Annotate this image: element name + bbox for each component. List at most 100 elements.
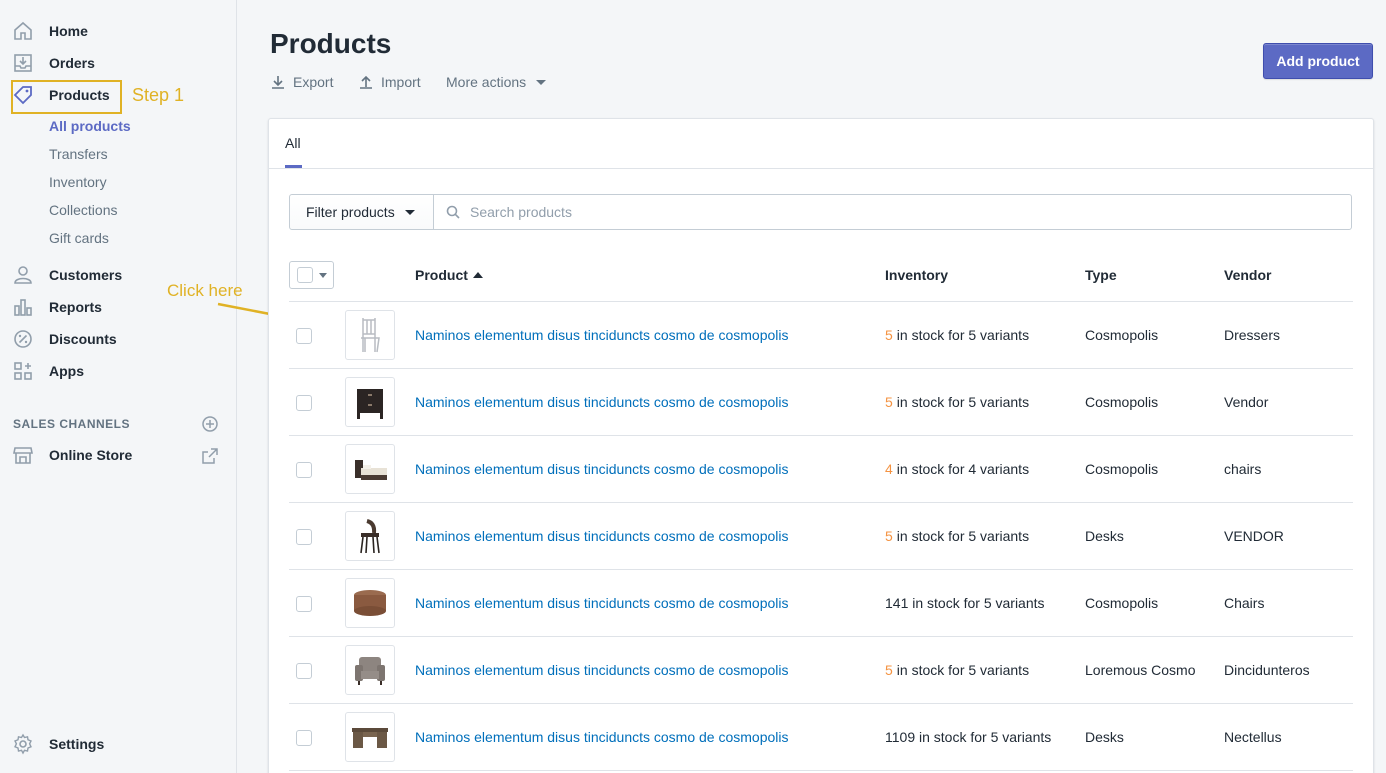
filter-products-button[interactable]: Filter products bbox=[289, 194, 434, 230]
nav-apps[interactable]: Apps bbox=[0, 356, 236, 386]
gear-icon bbox=[12, 733, 34, 755]
page-title: Products bbox=[270, 28, 392, 59]
inventory-text: in stock for 5 variants bbox=[896, 528, 1030, 544]
product-thumbnail[interactable] bbox=[345, 377, 395, 427]
nav-orders[interactable]: Orders bbox=[0, 48, 236, 78]
export-button[interactable]: Export bbox=[270, 72, 333, 92]
more-actions-button[interactable]: More actions bbox=[446, 72, 547, 92]
customer-icon bbox=[12, 264, 34, 286]
store-icon bbox=[12, 444, 34, 466]
table-row: Naminos elementum disus tinciduncts cosm… bbox=[289, 302, 1353, 369]
inventory-cell: 141 in stock for 5 variants bbox=[885, 595, 1045, 611]
vendor-cell: VENDOR bbox=[1224, 528, 1284, 544]
sidebar-item-collections[interactable]: Collections bbox=[49, 202, 117, 218]
tab-all[interactable]: All bbox=[285, 135, 301, 151]
type-cell: Desks bbox=[1085, 528, 1124, 544]
sidebar-item-inventory[interactable]: Inventory bbox=[49, 174, 107, 190]
inventory-count: 4 bbox=[885, 461, 893, 477]
sidebar-item-gift-cards[interactable]: Gift cards bbox=[49, 230, 109, 246]
step-annotation: Step 1 bbox=[132, 85, 185, 105]
select-all-checkbox[interactable] bbox=[289, 261, 334, 289]
products-card: All Filter products Product Inventory Ty… bbox=[268, 118, 1374, 773]
nav-settings[interactable]: Settings bbox=[0, 729, 236, 759]
vendor-cell: Vendor bbox=[1224, 394, 1269, 410]
product-thumbnail[interactable] bbox=[345, 578, 395, 628]
product-thumbnail[interactable] bbox=[345, 645, 395, 695]
vendor-cell: Dincidunteros bbox=[1224, 662, 1310, 678]
import-label: Import bbox=[381, 74, 421, 90]
search-box bbox=[433, 194, 1352, 230]
sidebar-item-transfers[interactable]: Transfers bbox=[49, 146, 108, 162]
inventory-cell: 1109 in stock for 5 variants bbox=[885, 729, 1051, 745]
product-name-link[interactable]: Naminos elementum disus tinciduncts cosm… bbox=[415, 327, 789, 343]
nav-settings-label: Settings bbox=[49, 736, 105, 752]
row-checkbox[interactable] bbox=[296, 663, 312, 679]
nav-online-store-label: Online Store bbox=[49, 447, 133, 463]
product-thumbnail[interactable] bbox=[345, 712, 395, 762]
column-header-product[interactable]: Product bbox=[415, 267, 483, 283]
column-header-inventory-label: Inventory bbox=[885, 267, 949, 283]
import-icon bbox=[360, 75, 372, 89]
vendor-cell: Dressers bbox=[1224, 327, 1281, 343]
product-name-link[interactable]: Naminos elementum disus tinciduncts cosm… bbox=[415, 461, 789, 477]
search-input[interactable] bbox=[470, 204, 1320, 220]
row-checkbox[interactable] bbox=[296, 395, 312, 411]
nav-orders-label: Orders bbox=[49, 55, 95, 71]
nav-reports-label: Reports bbox=[49, 299, 102, 315]
product-thumbnail[interactable] bbox=[345, 310, 395, 360]
home-icon bbox=[12, 20, 34, 42]
nav-discounts-label: Discounts bbox=[49, 331, 117, 347]
chevron-down-icon bbox=[536, 79, 547, 85]
inventory-text: in stock for 5 variants bbox=[896, 662, 1030, 678]
external-link-icon[interactable] bbox=[201, 447, 219, 465]
filter-products-label: Filter products bbox=[306, 204, 395, 220]
vendor-cell: Chairs bbox=[1224, 595, 1265, 611]
row-checkbox[interactable] bbox=[296, 328, 312, 344]
export-label: Export bbox=[293, 74, 334, 90]
nav-discounts[interactable]: Discounts bbox=[0, 324, 236, 354]
row-checkbox[interactable] bbox=[296, 529, 312, 545]
inventory-count: 5 bbox=[885, 528, 893, 544]
orders-icon bbox=[12, 52, 34, 74]
table-row: Naminos elementum disus tinciduncts cosm… bbox=[289, 637, 1353, 704]
product-name-link[interactable]: Naminos elementum disus tinciduncts cosm… bbox=[415, 528, 789, 544]
nav-home[interactable]: Home bbox=[0, 16, 236, 46]
search-icon bbox=[446, 205, 460, 219]
type-cell: Loremous Cosmo bbox=[1085, 662, 1196, 678]
nav-customers-label: Customers bbox=[49, 267, 123, 283]
type-cell: Desks bbox=[1085, 729, 1124, 745]
add-product-button[interactable]: Add product bbox=[1263, 43, 1373, 79]
row-checkbox[interactable] bbox=[296, 462, 312, 478]
chevron-down-icon bbox=[319, 272, 327, 278]
sort-ascending-icon bbox=[472, 272, 483, 278]
table-row: Naminos elementum disus tinciduncts cosm… bbox=[289, 704, 1353, 771]
product-name-link[interactable]: Naminos elementum disus tinciduncts cosm… bbox=[415, 394, 789, 410]
type-cell: Cosmopolis bbox=[1085, 327, 1159, 343]
row-checkbox[interactable] bbox=[296, 730, 312, 746]
product-thumbnail[interactable] bbox=[345, 444, 395, 494]
inventory-cell: 5 in stock for 5 variants bbox=[885, 662, 1029, 678]
inventory-cell: 5 in stock for 5 variants bbox=[885, 528, 1029, 544]
nav-apps-label: Apps bbox=[49, 363, 84, 379]
select-all-box bbox=[297, 267, 313, 283]
product-thumbnail[interactable] bbox=[345, 511, 395, 561]
inventory-count: 5 bbox=[885, 662, 893, 678]
inventory-text: in stock for 5 variants bbox=[896, 394, 1030, 410]
type-cell: Cosmopolis bbox=[1085, 461, 1159, 477]
product-name-link[interactable]: Naminos elementum disus tinciduncts cosm… bbox=[415, 595, 789, 611]
chevron-down-icon bbox=[404, 209, 415, 215]
reports-icon bbox=[12, 296, 34, 318]
more-actions-label: More actions bbox=[446, 74, 527, 90]
product-name-link[interactable]: Naminos elementum disus tinciduncts cosm… bbox=[415, 662, 789, 678]
table-row: Naminos elementum disus tinciduncts cosm… bbox=[289, 570, 1353, 637]
inventory-cell: 5 in stock for 5 variants bbox=[885, 394, 1029, 410]
inventory-text: in stock for 4 variants bbox=[896, 461, 1030, 477]
sidebar-item-all-products[interactable]: All products bbox=[49, 118, 131, 134]
import-button[interactable]: Import bbox=[358, 72, 421, 92]
column-header-vendor: Vendor bbox=[1224, 267, 1271, 283]
add-sales-channel-icon[interactable] bbox=[201, 415, 219, 433]
type-cell: Cosmopolis bbox=[1085, 595, 1159, 611]
vendor-cell: Nectellus bbox=[1224, 729, 1282, 745]
row-checkbox[interactable] bbox=[296, 596, 312, 612]
product-name-link[interactable]: Naminos elementum disus tinciduncts cosm… bbox=[415, 729, 789, 745]
